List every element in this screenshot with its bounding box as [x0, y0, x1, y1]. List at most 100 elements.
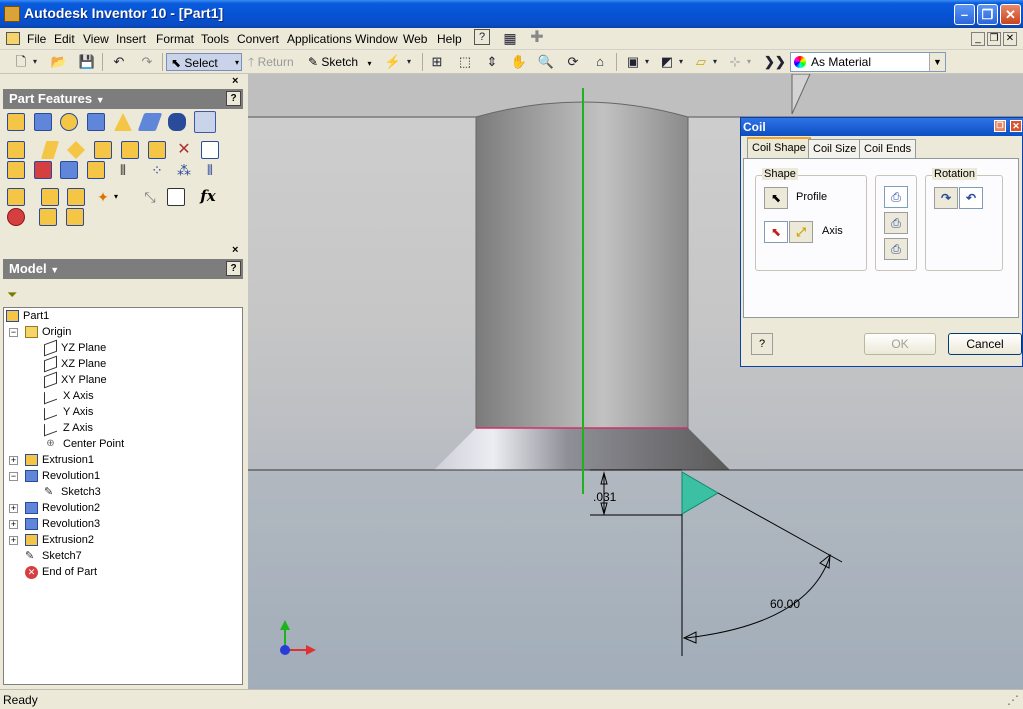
doc-close-button[interactable]: ✕: [1003, 32, 1017, 46]
tree-item-xy-plane[interactable]: XY Plane: [44, 371, 107, 389]
stop-icon[interactable]: [7, 208, 25, 226]
tree-item-revolution2[interactable]: Revolution2: [25, 500, 100, 516]
tree-item-end-of-part[interactable]: ✕ End of Part: [25, 564, 97, 580]
shaded-display-icon[interactable]: ▣: [624, 53, 642, 71]
camera-view-icon[interactable]: ◩: [658, 53, 676, 71]
model-header[interactable]: Model ▼ ?: [3, 259, 243, 279]
thicken-icon[interactable]: [60, 161, 78, 179]
dialog-close-icon[interactable]: ✕: [1010, 120, 1022, 132]
expand-extrusion2-icon[interactable]: +: [9, 536, 18, 545]
expand-revolution2-icon[interactable]: +: [9, 504, 18, 513]
point-dropdown-icon[interactable]: ▾: [114, 188, 124, 206]
tree-item-extrusion1[interactable]: Extrusion1: [25, 452, 94, 468]
zoom-all-icon[interactable]: ⊞: [428, 53, 446, 71]
update-dropdown-icon[interactable]: ▾: [404, 53, 414, 71]
hole-icon[interactable]: [60, 113, 78, 131]
cut-button[interactable]: ⎙: [884, 212, 908, 234]
ground-plane-icon[interactable]: ▱: [692, 53, 710, 71]
rotate-icon[interactable]: ⟳: [564, 53, 582, 71]
tree-item-center-point[interactable]: ⊕ Center Point: [44, 436, 124, 452]
work-axis-icon[interactable]: [41, 188, 59, 206]
tree-item-y-axis[interactable]: Y Axis: [44, 403, 93, 421]
menu-convert[interactable]: Convert: [237, 32, 279, 46]
info-icon[interactable]: [66, 208, 84, 226]
dialog-restore-icon[interactable]: ❐: [994, 120, 1006, 132]
display-dropdown-icon[interactable]: ▾: [642, 53, 652, 71]
undo-icon[interactable]: ↶: [110, 53, 128, 71]
rib-icon[interactable]: [114, 113, 132, 131]
combine-icon[interactable]: [148, 141, 166, 159]
tree-item-revolution1[interactable]: Revolution1: [25, 468, 100, 484]
dialog-help-button[interactable]: ?: [751, 333, 773, 355]
menu-file[interactable]: File: [27, 32, 46, 46]
doc-restore-button[interactable]: ❐: [987, 32, 1001, 46]
coil-icon[interactable]: [194, 111, 216, 133]
menu-applications[interactable]: Applications: [287, 32, 352, 46]
menu-help[interactable]: Help: [437, 32, 462, 46]
shell-icon[interactable]: [87, 113, 105, 131]
clockwise-rotation-button[interactable]: ↷: [934, 187, 958, 209]
forward-icon[interactable]: ❯❯: [764, 53, 786, 71]
dimension-thickness[interactable]: .031: [593, 490, 616, 504]
new-dropdown-icon[interactable]: ▾: [30, 53, 40, 71]
section-view-icon[interactable]: ⊹: [726, 53, 744, 71]
rectangular-pattern-icon[interactable]: ⁘: [148, 161, 166, 179]
tree-item-xz-plane[interactable]: XZ Plane: [44, 355, 106, 373]
tab-coil-shape[interactable]: Coil Shape: [747, 137, 811, 159]
menu-tools[interactable]: Tools: [201, 32, 229, 46]
menu-edit[interactable]: Edit: [54, 32, 75, 46]
counterclockwise-rotation-button[interactable]: ↶: [959, 187, 983, 209]
loft-icon[interactable]: [137, 113, 163, 131]
new-file-icon[interactable]: 🗋: [12, 53, 30, 71]
return-button[interactable]: 🡑 Return: [248, 53, 294, 71]
flip-axis-button[interactable]: ⤢: [789, 221, 813, 243]
replace-face-icon[interactable]: [201, 141, 219, 159]
model-help-icon[interactable]: ?: [226, 261, 241, 276]
tree-item-x-axis[interactable]: X Axis: [44, 387, 94, 405]
collapse-origin-icon[interactable]: −: [9, 328, 18, 337]
whats-this-help-icon[interactable]: ?: [474, 29, 490, 45]
look-at-icon[interactable]: ⌂: [591, 53, 609, 71]
filter-icon[interactable]: ⏷: [7, 287, 21, 302]
ok-button[interactable]: OK: [864, 333, 936, 355]
ifeature-icon[interactable]: ⦀: [114, 161, 132, 179]
material-select[interactable]: As Material ▼: [790, 52, 946, 72]
mirror-icon[interactable]: ⫴: [201, 161, 219, 179]
add-icon[interactable]: ✚: [528, 29, 546, 47]
split-icon[interactable]: [121, 141, 139, 159]
insert-icon[interactable]: [39, 208, 57, 226]
collapse-revolution1-icon[interactable]: −: [9, 472, 18, 481]
close-button[interactable]: ✕: [1000, 4, 1021, 25]
tree-item-extrusion2[interactable]: Extrusion2: [25, 532, 94, 548]
extrude-icon[interactable]: [7, 113, 25, 131]
delete-face-icon[interactable]: ✕: [175, 141, 193, 159]
thread-icon[interactable]: [7, 141, 25, 159]
tree-item-part1[interactable]: Part1: [6, 308, 49, 324]
tree-item-revolution3[interactable]: Revolution3: [25, 516, 100, 532]
zoom-icon[interactable]: ⇕: [483, 53, 501, 71]
menu-insert[interactable]: Insert: [116, 32, 146, 46]
menu-web[interactable]: Web: [403, 32, 427, 46]
resize-grip-icon[interactable]: ⋰: [1007, 690, 1019, 709]
chamfer-icon[interactable]: [67, 141, 85, 159]
face-draft-icon[interactable]: [94, 141, 112, 159]
tree-item-z-axis[interactable]: Z Axis: [44, 419, 93, 437]
minimize-button[interactable]: –: [954, 4, 975, 25]
parameters-doc-icon[interactable]: [167, 188, 185, 206]
restore-button[interactable]: ❐: [977, 4, 998, 25]
axis-select-button[interactable]: ⬉: [764, 221, 788, 243]
decal-icon[interactable]: [7, 161, 25, 179]
doc-minimize-button[interactable]: _: [971, 32, 985, 46]
part-features-close-icon[interactable]: ×: [232, 75, 238, 87]
update-lightning-icon[interactable]: ⚡: [384, 53, 402, 71]
expand-extrusion1-icon[interactable]: +: [9, 456, 18, 465]
work-plane-icon[interactable]: [7, 188, 25, 206]
select-button[interactable]: ⬉ Select ▾: [166, 53, 242, 71]
ground-dropdown-icon[interactable]: ▾: [710, 53, 720, 71]
camera-dropdown-icon[interactable]: ▾: [676, 53, 686, 71]
sweep-icon[interactable]: [168, 113, 186, 131]
cancel-button[interactable]: Cancel: [948, 333, 1022, 355]
intersect-button[interactable]: ⎙: [884, 238, 908, 260]
expand-revolution3-icon[interactable]: +: [9, 520, 18, 529]
join-button[interactable]: ⎙: [884, 186, 908, 208]
